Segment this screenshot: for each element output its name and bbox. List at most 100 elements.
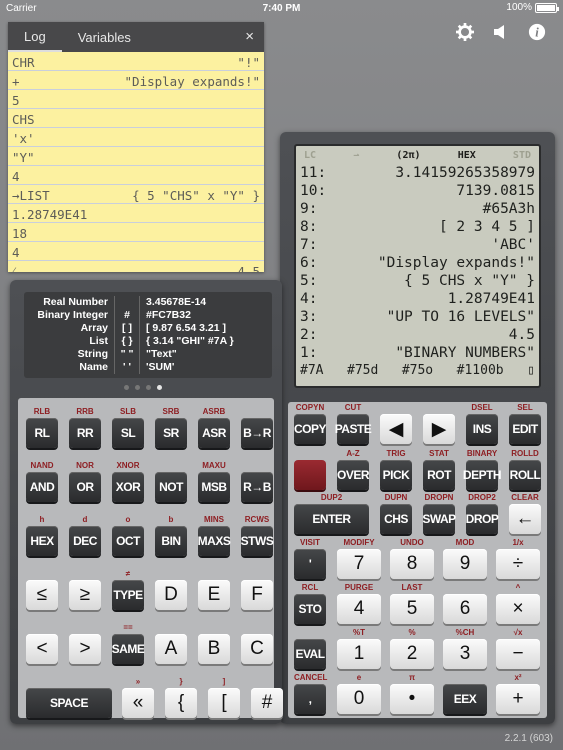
tab-log[interactable]: Log (8, 22, 62, 52)
log-entry[interactable]: + "Display expands!" (8, 71, 264, 90)
page-dots[interactable] (124, 385, 162, 390)
key-sym[interactable]: ≤ (26, 580, 58, 610)
key-d[interactable]: D (155, 580, 187, 610)
key-sym[interactable]: ← (509, 504, 541, 534)
key-r-b[interactable]: R→B (241, 472, 273, 502)
key-drop[interactable]: DROP (466, 504, 499, 534)
key-sr[interactable]: SR (155, 418, 187, 448)
key-hex[interactable]: HEX (26, 526, 58, 556)
key-rot[interactable]: ROT (423, 460, 455, 490)
key-sym[interactable]: • (390, 684, 434, 714)
log-entry[interactable]: ⁄ 4.5 (8, 261, 264, 272)
log-entry[interactable]: 18 (8, 223, 264, 242)
key-depth[interactable]: DEPTH (463, 460, 502, 490)
key-2[interactable]: 2 (390, 639, 434, 669)
key-dec[interactable]: DEC (69, 526, 101, 556)
key-bin[interactable]: BIN (155, 526, 187, 556)
key-sym[interactable]: , (294, 684, 326, 714)
key-over[interactable]: OVER (337, 460, 370, 490)
soft-menu-item[interactable]: #1100b (457, 362, 504, 380)
key-4[interactable]: 4 (337, 594, 381, 624)
key-sym[interactable]: ≥ (69, 580, 101, 610)
key-7[interactable]: 7 (337, 549, 381, 579)
key-swap[interactable]: SWAP (422, 504, 456, 534)
right-keypad: COPYN COPY CUT PASTE ◀ ▶ DSEL INS SEL EDIT A-Z OVER… (288, 402, 547, 718)
key-sym[interactable]: { (165, 688, 197, 718)
key-pick[interactable]: PICK (380, 460, 412, 490)
key-eval[interactable]: EVAL (294, 639, 326, 669)
key-c[interactable]: C (241, 634, 273, 664)
key-f[interactable]: F (241, 580, 273, 610)
info-icon[interactable]: i (527, 22, 547, 42)
key-9[interactable]: 9 (443, 549, 487, 579)
log-entry[interactable]: "Y" (8, 147, 264, 166)
key-sym[interactable]: ' (294, 549, 326, 579)
gear-icon[interactable] (455, 22, 475, 42)
soft-menu-item[interactable]: #75d (347, 362, 378, 380)
key-roll[interactable]: ROLL (509, 460, 541, 490)
key-0[interactable]: 0 (337, 684, 381, 714)
key-5[interactable]: 5 (390, 594, 434, 624)
key-enter[interactable]: ENTER (294, 504, 369, 534)
log-entry[interactable]: →LIST { 5 "CHS" x "Y" } (8, 185, 264, 204)
key-eex[interactable]: EEX (443, 684, 487, 714)
key-stws[interactable]: STWS (241, 526, 274, 556)
key-sto[interactable]: STO (294, 594, 326, 624)
log-entry[interactable]: 4 (8, 166, 264, 185)
key-b-r[interactable]: B→R (241, 418, 273, 448)
key-type[interactable]: TYPE (112, 580, 144, 610)
key-space[interactable]: SPACE (26, 688, 112, 718)
key-xor[interactable]: XOR (112, 472, 144, 502)
key-sym[interactable]: + (496, 684, 540, 714)
key-same[interactable]: SAME (112, 634, 145, 664)
log-entry[interactable]: 4 (8, 242, 264, 261)
key-oct[interactable]: OCT (112, 526, 144, 556)
key-sym[interactable]: × (496, 594, 540, 624)
key-sym[interactable]: − (496, 639, 540, 669)
key-copy[interactable]: COPY (294, 414, 327, 444)
key-and[interactable]: AND (26, 472, 58, 502)
key-sym[interactable]: ▶ (423, 414, 455, 444)
log-entry[interactable]: CHR "!" (8, 52, 264, 71)
key-or[interactable]: OR (69, 472, 101, 502)
soft-menu-item[interactable]: #75o (402, 362, 433, 380)
log-list[interactable]: CHR "!" + "Display expands!" 5 CHS'x' "Y" 4 →LIS… (8, 52, 264, 272)
log-entry-command: 4 (12, 245, 20, 260)
key-sl[interactable]: SL (112, 418, 144, 448)
key-sym[interactable] (294, 460, 326, 490)
key-not[interactable]: NOT (155, 472, 187, 502)
key-rl[interactable]: RL (26, 418, 58, 448)
key-a[interactable]: A (155, 634, 187, 664)
key-3[interactable]: 3 (443, 639, 487, 669)
log-entry[interactable]: CHS (8, 109, 264, 128)
key-sym[interactable]: « (122, 688, 154, 718)
log-entry[interactable]: 5 (8, 90, 264, 109)
key-sym[interactable]: < (26, 634, 58, 664)
key-6[interactable]: 6 (443, 594, 487, 624)
key-msb[interactable]: MSB (198, 472, 230, 502)
key-1[interactable]: 1 (337, 639, 381, 669)
key-8[interactable]: 8 (390, 549, 434, 579)
key-sym[interactable]: ◀ (380, 414, 412, 444)
speaker-icon[interactable] (491, 22, 511, 42)
key-b[interactable]: B (198, 634, 230, 664)
key-sym[interactable]: # (251, 688, 283, 718)
key-edit[interactable]: EDIT (509, 414, 541, 444)
shift-label: COPYN (295, 403, 325, 412)
key-sym[interactable]: > (69, 634, 101, 664)
log-entry[interactable]: 1.28749E41 (8, 204, 264, 223)
key-chs[interactable]: CHS (380, 504, 412, 534)
soft-menu-item[interactable]: #7A (300, 362, 323, 380)
key-sym[interactable]: ÷ (496, 549, 540, 579)
key-sym[interactable]: [ (208, 688, 240, 718)
key-e[interactable]: E (198, 580, 230, 610)
key-paste[interactable]: PASTE (335, 414, 372, 444)
key-rr[interactable]: RR (69, 418, 101, 448)
log-entry[interactable]: 'x' (8, 128, 264, 147)
key-ins[interactable]: INS (466, 414, 498, 444)
key-asr[interactable]: ASR (198, 418, 230, 448)
tab-variables[interactable]: Variables (62, 22, 147, 52)
key-maxs[interactable]: MAXS (198, 526, 231, 556)
shift-label: ASRB (202, 407, 226, 416)
close-icon[interactable]: × (245, 28, 254, 45)
